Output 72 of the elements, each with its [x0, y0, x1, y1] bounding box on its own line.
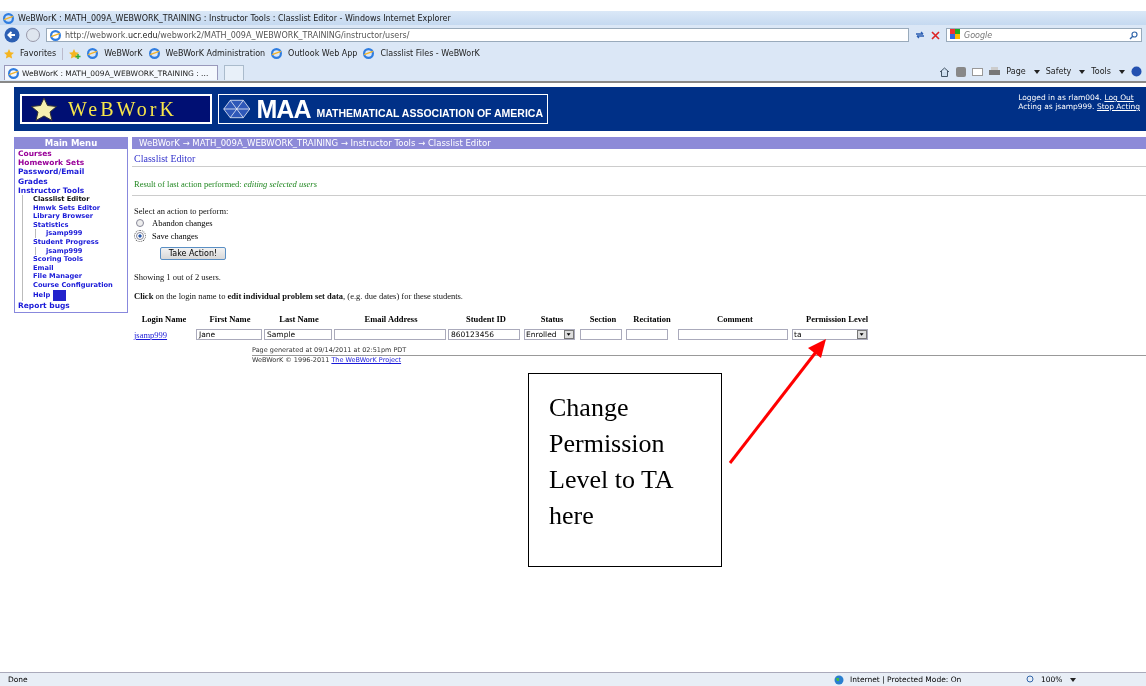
showing-count: Showing 1 out of 2 users.: [133, 272, 222, 282]
refresh-icon[interactable]: [915, 30, 925, 40]
recitation-field[interactable]: [626, 328, 668, 340]
page-icon: [363, 48, 375, 59]
command-menu[interactable]: Safety: [1045, 67, 1072, 76]
star-icon[interactable]: [4, 48, 14, 59]
mail-icon[interactable]: [972, 67, 984, 76]
result-message: Result of last action performed: editing selected users: [132, 167, 1146, 196]
back-icon[interactable]: [4, 27, 20, 43]
column-header: Student ID: [465, 314, 507, 324]
column-header: Status: [539, 314, 565, 324]
login-link[interactable]: jsamp999: [134, 330, 168, 340]
column-header: Recitation: [632, 314, 672, 324]
search-field[interactable]: Google: [946, 28, 1142, 42]
section-field[interactable]: [580, 328, 622, 340]
email-field[interactable]: [334, 328, 446, 340]
maa-name: MATHEMATICAL ASSOCIATION OF AMERICA: [316, 107, 543, 119]
webwork-logo[interactable]: WeBWorK: [20, 94, 212, 124]
star-icon: [30, 97, 58, 121]
page-icon: [148, 48, 160, 59]
favorite-link[interactable]: WeBWorK: [104, 49, 143, 58]
help-icon[interactable]: [53, 289, 67, 301]
help-icon[interactable]: [1131, 66, 1142, 77]
favorites-button[interactable]: Favorites: [20, 49, 57, 58]
caret-icon[interactable]: [1033, 69, 1040, 74]
search-provider-icon: [950, 29, 960, 41]
action-prompt: Select an action to perform:: [133, 206, 230, 216]
annotation-note: Change Permission Level to TA here: [528, 373, 722, 567]
action-option[interactable]: Abandon changes: [132, 216, 1146, 229]
browser-icon: [8, 67, 19, 79]
column-header: Section: [588, 314, 618, 324]
maa-logo[interactable]: MAA MATHEMATICAL ASSOCIATION OF AMERICA: [218, 94, 548, 124]
column-header: Comment: [716, 314, 754, 324]
caret-icon[interactable]: [1079, 69, 1086, 74]
home-icon[interactable]: [939, 66, 951, 77]
logo-text: WeBWorK: [68, 97, 177, 121]
browser-icon: [3, 12, 14, 24]
instruction-text: Click on the login name to edit individual problem set data, (e.g. due dates) for these students.: [133, 291, 464, 301]
maa-text: MAA: [256, 94, 311, 124]
menu-title: Main Menu: [15, 137, 127, 149]
search-icon[interactable]: [1129, 30, 1138, 40]
add-favorite-icon[interactable]: [69, 48, 82, 59]
close-icon[interactable]: [931, 30, 940, 40]
page-title: Classlist Editor: [132, 149, 1146, 167]
page-icon: [50, 29, 61, 41]
column-header: Login Name: [140, 314, 188, 324]
caret-icon[interactable]: [1070, 677, 1077, 682]
page-icon: [271, 48, 283, 59]
breadcrumb: WeBWorK → MATH_009A_WEBWORK_TRAINING → Instructor Tools → Classlist Editor: [132, 137, 1146, 149]
column-header: Email Address: [363, 314, 419, 324]
favorite-link[interactable]: Classlist Files - WeBWorK: [380, 49, 480, 58]
caret-icon: [564, 329, 574, 339]
page-icon: [87, 48, 99, 59]
column-header: Last Name: [278, 314, 320, 324]
column-header: Permission Level: [804, 314, 870, 324]
comment-field[interactable]: [678, 328, 788, 340]
column-header: First Name: [208, 314, 252, 324]
window-title: WeBWorK : MATH_009A_WEBWORK_TRAINING : Instructor Tools : Classlist Editor - Windows Internet Explorer: [18, 13, 451, 23]
address-field[interactable]: http://webwork.ucr.edu/webwork2/MATH_009A_WEBWORK_TRAINING/instructor/users/: [46, 28, 909, 42]
command-menu[interactable]: Page: [1006, 67, 1026, 76]
forward-icon[interactable]: [26, 28, 40, 42]
caret-icon[interactable]: [1119, 69, 1125, 74]
favorite-link[interactable]: WeBWorK Administration: [165, 49, 266, 58]
globe-icon: [834, 674, 844, 685]
action-option[interactable]: Save changes: [132, 229, 1146, 242]
favorite-link[interactable]: Outlook Web App: [288, 49, 358, 58]
print-icon[interactable]: [989, 66, 1001, 77]
take-action-button[interactable]: Take Action!: [160, 247, 226, 260]
zoom-icon[interactable]: [1026, 675, 1035, 684]
command-menu[interactable]: Tools: [1091, 67, 1111, 76]
caret-icon: [857, 329, 867, 339]
url-text: http://webwork.ucr.edu/webwork2/MATH_009A_WEBWORK_TRAINING/instructor/users/: [65, 30, 410, 40]
